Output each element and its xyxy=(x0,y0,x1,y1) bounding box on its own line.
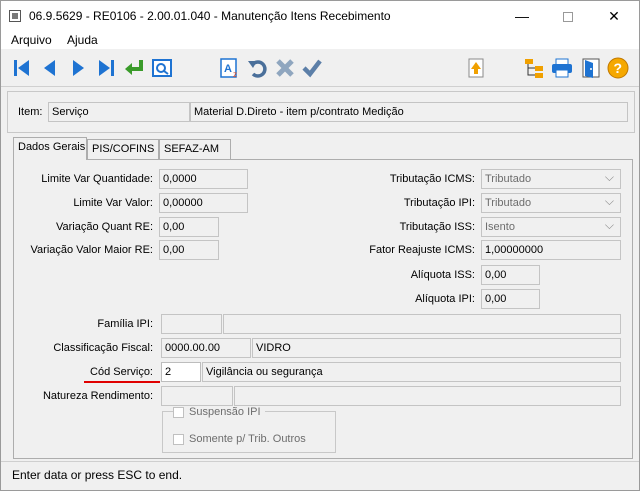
zoom-icon xyxy=(152,59,172,77)
exit-icon xyxy=(582,58,600,78)
familia-ipi-label: Família IPI: xyxy=(97,318,153,330)
variacao-quant-re-field[interactable]: 0,00 xyxy=(159,217,219,237)
svg-text:A: A xyxy=(224,63,232,75)
tree-button[interactable] xyxy=(522,56,546,80)
limite-var-valor-field[interactable]: 0,00000 xyxy=(159,193,248,213)
exit-button[interactable] xyxy=(579,56,603,80)
cod-servico-highlight-underline xyxy=(84,381,160,383)
status-message: Enter data or press ESC to end. xyxy=(12,468,183,482)
somente-trib-outros-checkbox-box[interactable] xyxy=(173,433,184,445)
tab-dados-gerais[interactable]: Dados Gerais xyxy=(13,137,87,160)
window-title: 06.9.5629 - RE0106 - 2.00.01.040 - Manut… xyxy=(29,9,391,23)
next-record-icon xyxy=(73,60,84,76)
item-code-field[interactable]: Serviço xyxy=(48,102,190,122)
status-bar: Enter data or press ESC to end. xyxy=(1,461,639,490)
undo-button[interactable] xyxy=(246,56,270,80)
maximize-button[interactable] xyxy=(545,1,591,31)
tributacao-icms-label: Tributação ICMS: xyxy=(389,173,475,185)
limite-var-valor-label: Limite Var Valor: xyxy=(73,197,153,209)
previous-record-button[interactable] xyxy=(38,56,62,80)
svg-text:z: z xyxy=(233,70,237,79)
classificacao-fiscal-label: Classificação Fiscal: xyxy=(53,342,153,354)
natureza-rendimento-label: Natureza Rendimento: xyxy=(42,390,153,402)
close-button[interactable]: ✕ xyxy=(591,1,637,31)
familia-ipi-code-field[interactable] xyxy=(161,314,222,334)
tributacao-iss-label: Tributação ISS: xyxy=(399,221,475,233)
tributacao-icms-select[interactable]: Tributado xyxy=(481,169,621,189)
font-button[interactable]: Az xyxy=(218,56,242,80)
font-icon: Az xyxy=(220,58,237,79)
variacao-quant-re-label: Variação Quant RE: xyxy=(55,221,153,233)
tab-pis-cofins[interactable]: PIS/COFINS xyxy=(87,139,159,159)
return-icon xyxy=(125,60,143,75)
return-button[interactable] xyxy=(122,56,146,80)
classificacao-fiscal-description-field[interactable]: VIDRO xyxy=(252,338,621,358)
maximize-icon xyxy=(563,12,573,23)
limite-var-quantidade-field[interactable]: 0,0000 xyxy=(159,169,248,189)
item-description-field[interactable]: Material D.Direto - item p/contrato Medi… xyxy=(190,102,628,122)
print-button[interactable] xyxy=(550,56,574,80)
cancel-button[interactable] xyxy=(273,56,297,80)
cod-servico-code-field[interactable]: 2 xyxy=(161,362,201,382)
app-icon xyxy=(9,10,21,22)
first-record-icon xyxy=(14,60,29,76)
undo-icon xyxy=(248,60,267,78)
tributacao-ipi-select[interactable]: Tributado xyxy=(481,193,621,213)
familia-ipi-description-field[interactable] xyxy=(223,314,621,334)
natureza-rendimento-code-field[interactable] xyxy=(161,386,233,406)
first-record-button[interactable] xyxy=(10,56,34,80)
somente-trib-outros-checkbox[interactable]: Somente p/ Trib. Outros xyxy=(173,433,306,445)
aliquota-ipi-label: Alíquota IPI: xyxy=(415,293,475,305)
classificacao-fiscal-code-field[interactable]: 0000.00.00 xyxy=(161,338,251,358)
menu-arquivo[interactable]: Arquivo xyxy=(11,33,52,47)
variacao-valor-maior-re-label: Variação Valor Maior RE: xyxy=(30,244,153,256)
tributacao-ipi-label: Tributação IPI: xyxy=(403,197,475,209)
help-button[interactable]: ? xyxy=(606,56,630,80)
cancel-icon xyxy=(276,59,294,77)
natureza-rendimento-description-field[interactable] xyxy=(234,386,621,406)
svg-text:?: ? xyxy=(614,60,623,76)
menu-bar: Arquivo Ajuda xyxy=(1,31,639,49)
print-icon xyxy=(552,58,572,78)
previous-record-icon xyxy=(44,60,55,76)
zoom-button[interactable] xyxy=(150,56,174,80)
last-record-button[interactable] xyxy=(94,56,118,80)
title-bar: 06.9.5629 - RE0106 - 2.00.01.040 - Manut… xyxy=(1,1,639,31)
last-record-icon xyxy=(99,60,114,76)
aliquota-iss-label: Alíquota ISS: xyxy=(410,269,475,281)
suspensao-ipi-checkbox[interactable]: Suspensão IPI xyxy=(173,406,265,418)
fator-reajuste-icms-label: Fator Reajuste ICMS: xyxy=(369,244,475,256)
next-record-button[interactable] xyxy=(66,56,90,80)
minimize-button[interactable]: — xyxy=(499,1,545,31)
menu-ajuda[interactable]: Ajuda xyxy=(67,33,98,47)
toolbar: Az ? xyxy=(1,49,639,87)
application-window: 06.9.5629 - RE0106 - 2.00.01.040 - Manut… xyxy=(0,0,640,491)
somente-trib-outros-label: Somente p/ Trib. Outros xyxy=(189,433,306,445)
aliquota-iss-field[interactable]: 0,00 xyxy=(481,265,540,285)
limite-var-quantidade-label: Limite Var Quantidade: xyxy=(41,173,153,185)
cod-servico-label: Cód Serviço: xyxy=(90,366,153,378)
tab-sefaz-am[interactable]: SEFAZ-AM xyxy=(159,139,231,159)
suspensao-ipi-label: Suspensão IPI xyxy=(189,406,261,418)
confirm-button[interactable] xyxy=(300,56,324,80)
variacao-valor-maior-re-field[interactable]: 0,00 xyxy=(159,240,219,260)
aliquota-ipi-field[interactable]: 0,00 xyxy=(481,289,540,309)
confirm-icon xyxy=(302,59,322,78)
suspensao-ipi-checkbox-box[interactable] xyxy=(173,406,184,418)
item-label: Item: xyxy=(18,106,43,118)
cod-servico-description-field[interactable]: Vigilância ou segurança xyxy=(202,362,621,382)
fator-reajuste-icms-field[interactable]: 1,00000000 xyxy=(481,240,621,260)
tributacao-iss-select[interactable]: Isento xyxy=(481,217,621,237)
up-icon xyxy=(468,58,484,78)
item-header-panel: Item: Serviço Material D.Direto - item p… xyxy=(7,91,635,133)
help-icon: ? xyxy=(607,57,629,79)
tree-icon xyxy=(525,59,543,78)
up-button[interactable] xyxy=(462,56,486,80)
